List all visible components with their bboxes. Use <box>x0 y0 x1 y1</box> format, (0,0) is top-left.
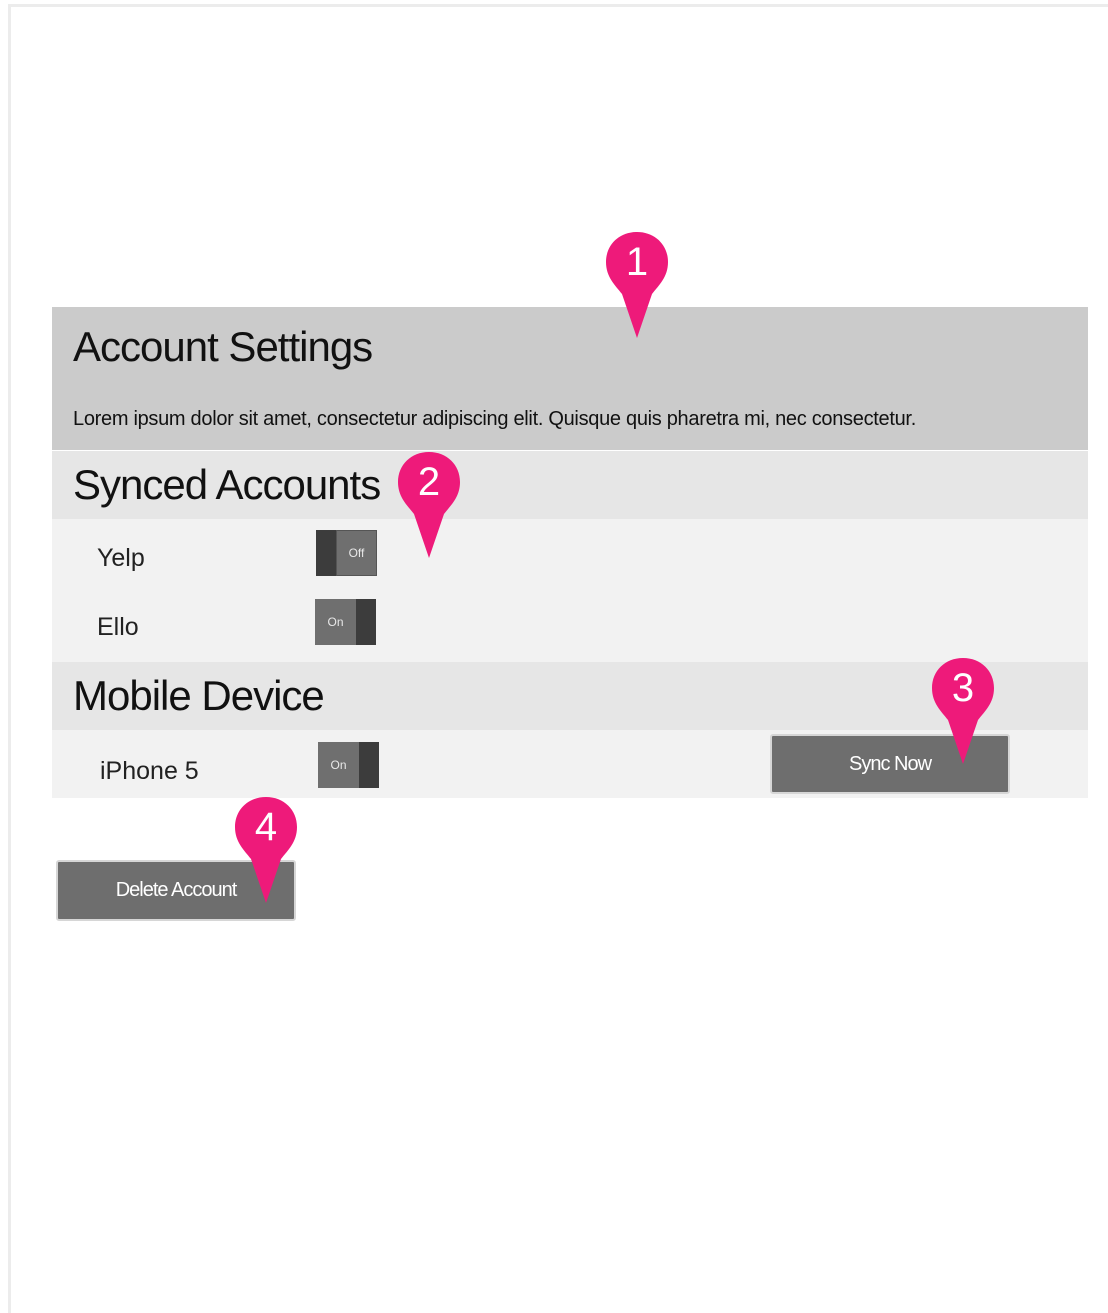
page-title: Account Settings <box>73 323 373 370</box>
synced-accounts-heading: Synced Accounts <box>73 461 381 508</box>
mobile-device-heading: Mobile Device <box>73 672 325 719</box>
account-settings-header: Account Settings Lorem ipsum dolor sit a… <box>52 307 1088 450</box>
synced-accounts-list: Yelp Off Ello On <box>52 519 1088 662</box>
toggle-knob <box>316 530 336 576</box>
toggle-knob <box>356 599 376 645</box>
annotation-marker-3: 3 <box>930 656 1002 766</box>
toggle-knob <box>359 742 379 788</box>
marker-number: 1 <box>625 240 649 284</box>
annotation-marker-1: 1 <box>604 230 676 340</box>
marker-number: 4 <box>254 805 278 849</box>
iphone-sync-toggle[interactable]: On <box>318 742 379 788</box>
annotation-marker-4: 4 <box>233 795 305 905</box>
toggle-state-label: Off <box>336 530 377 576</box>
synced-accounts-heading-bar: Synced Accounts <box>52 451 1088 519</box>
page-description: Lorem ipsum dolor sit amet, consectetur … <box>73 408 916 430</box>
ello-sync-toggle[interactable]: On <box>315 599 376 645</box>
account-label-ello: Ello <box>97 613 139 641</box>
toggle-state-label: On <box>315 599 356 645</box>
account-label-yelp: Yelp <box>97 544 145 572</box>
device-label-iphone: iPhone 5 <box>100 757 199 785</box>
yelp-sync-toggle[interactable]: Off <box>316 530 377 576</box>
marker-number: 2 <box>417 460 441 504</box>
marker-number: 3 <box>951 666 975 710</box>
annotation-marker-2: 2 <box>396 450 468 560</box>
toggle-state-label: On <box>318 742 359 788</box>
